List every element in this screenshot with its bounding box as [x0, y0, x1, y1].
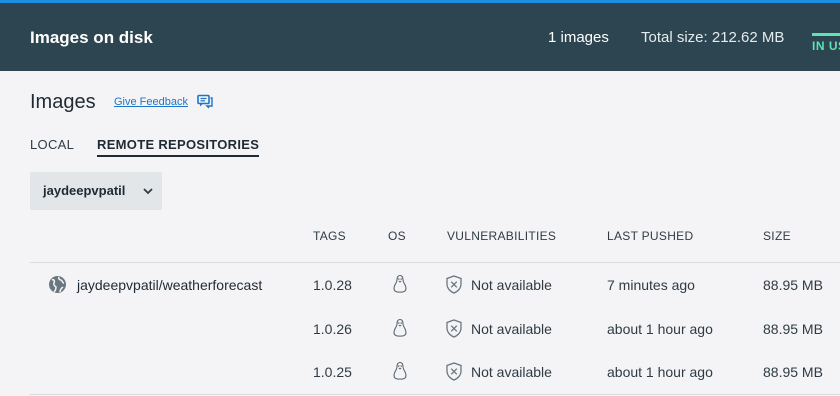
vulnerability-status: Not available — [471, 321, 552, 337]
column-header-vulnerabilities[interactable]: VULNERABILITIES — [447, 229, 556, 243]
size-cell: 88.95 MB — [763, 277, 823, 293]
globe-icon — [49, 276, 66, 293]
tag-cell: 1.0.25 — [313, 364, 352, 380]
tab-local[interactable]: LOCAL — [30, 137, 74, 152]
size-cell: 88.95 MB — [763, 321, 823, 337]
page-title: Images — [30, 91, 96, 113]
tag-cell: 1.0.26 — [313, 321, 352, 337]
shield-x-icon — [446, 275, 462, 294]
repository-name[interactable]: jaydeepvpatil/weatherforecast — [77, 277, 262, 293]
table-divider — [30, 262, 840, 263]
column-header-tags[interactable]: TAGS — [313, 229, 346, 243]
column-header-last-pushed[interactable]: LAST PUSHED — [607, 229, 693, 243]
table-divider — [30, 394, 840, 395]
repository-dropdown[interactable]: jaydeepvpatil — [30, 172, 162, 210]
repository-dropdown-value: jaydeepvpatil — [43, 183, 126, 198]
header-bar: Images on disk 1 images Total size: 212.… — [0, 3, 840, 71]
column-header-os[interactable]: OS — [388, 229, 406, 243]
shield-x-icon — [446, 319, 462, 338]
size-cell: 88.95 MB — [763, 364, 823, 380]
last-pushed-cell: about 1 hour ago — [607, 321, 713, 337]
in-use-badge: IN USE — [812, 33, 840, 53]
column-header-size[interactable]: SIZE — [763, 229, 791, 243]
shield-x-icon — [446, 362, 462, 381]
image-count: 1 images — [548, 29, 609, 46]
vulnerability-status: Not available — [471, 364, 552, 380]
feedback-icon[interactable] — [197, 94, 213, 109]
last-pushed-cell: 7 minutes ago — [607, 277, 695, 293]
header-title: Images on disk — [30, 28, 153, 47]
linux-icon — [393, 361, 407, 380]
linux-icon — [393, 318, 407, 337]
tab-remote-repositories[interactable]: REMOTE REPOSITORIES — [97, 137, 260, 157]
give-feedback-link[interactable]: Give Feedback — [114, 96, 188, 108]
linux-icon — [393, 274, 407, 293]
vulnerability-status: Not available — [471, 277, 552, 293]
last-pushed-cell: about 1 hour ago — [607, 364, 713, 380]
tag-cell: 1.0.28 — [313, 277, 352, 293]
chevron-down-icon — [143, 188, 153, 195]
total-size: Total size: 212.62 MB — [641, 29, 785, 46]
